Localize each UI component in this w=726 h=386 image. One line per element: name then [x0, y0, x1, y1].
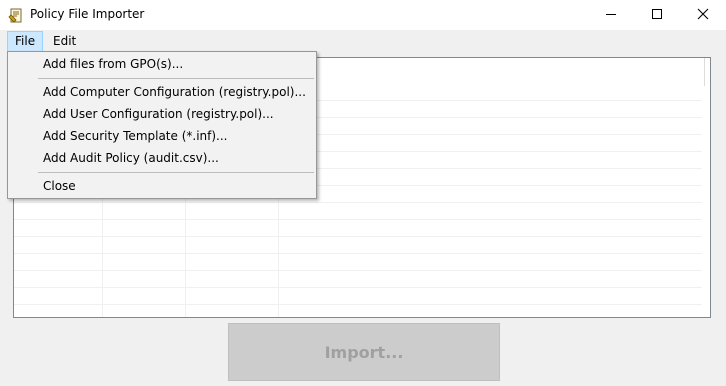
- policy-file-icon: [8, 7, 24, 23]
- menu-item-add-security-template[interactable]: Add Security Template (*.inf)...: [43, 129, 228, 143]
- menu-item-add-computer-config[interactable]: Add Computer Configuration (registry.pol…: [43, 85, 306, 99]
- window-title: Policy File Importer: [30, 7, 145, 21]
- menu-item-add-audit-policy[interactable]: Add Audit Policy (audit.csv)...: [43, 151, 219, 165]
- minimize-icon: [605, 8, 617, 23]
- menu-edit[interactable]: Edit: [46, 32, 83, 50]
- menu-separator: [38, 78, 314, 79]
- close-button[interactable]: [680, 0, 726, 30]
- menu-item-add-user-config[interactable]: Add User Configuration (registry.pol)...: [43, 107, 274, 121]
- menu-item-add-gpo[interactable]: Add files from GPO(s)...: [43, 57, 183, 71]
- maximize-icon: [651, 8, 663, 23]
- menu-item-close[interactable]: Close: [43, 179, 76, 193]
- menu-file[interactable]: File: [7, 31, 44, 52]
- close-icon: [697, 8, 709, 23]
- minimize-button[interactable]: [588, 0, 634, 30]
- file-menu-dropdown: Add files from GPO(s)... Add Computer Co…: [7, 51, 317, 199]
- menu-bar: File Edit: [0, 30, 726, 52]
- menu-separator: [38, 172, 314, 173]
- title-bar: Policy File Importer: [0, 0, 726, 30]
- import-button[interactable]: Import...: [228, 323, 500, 381]
- maximize-button[interactable]: [634, 0, 680, 30]
